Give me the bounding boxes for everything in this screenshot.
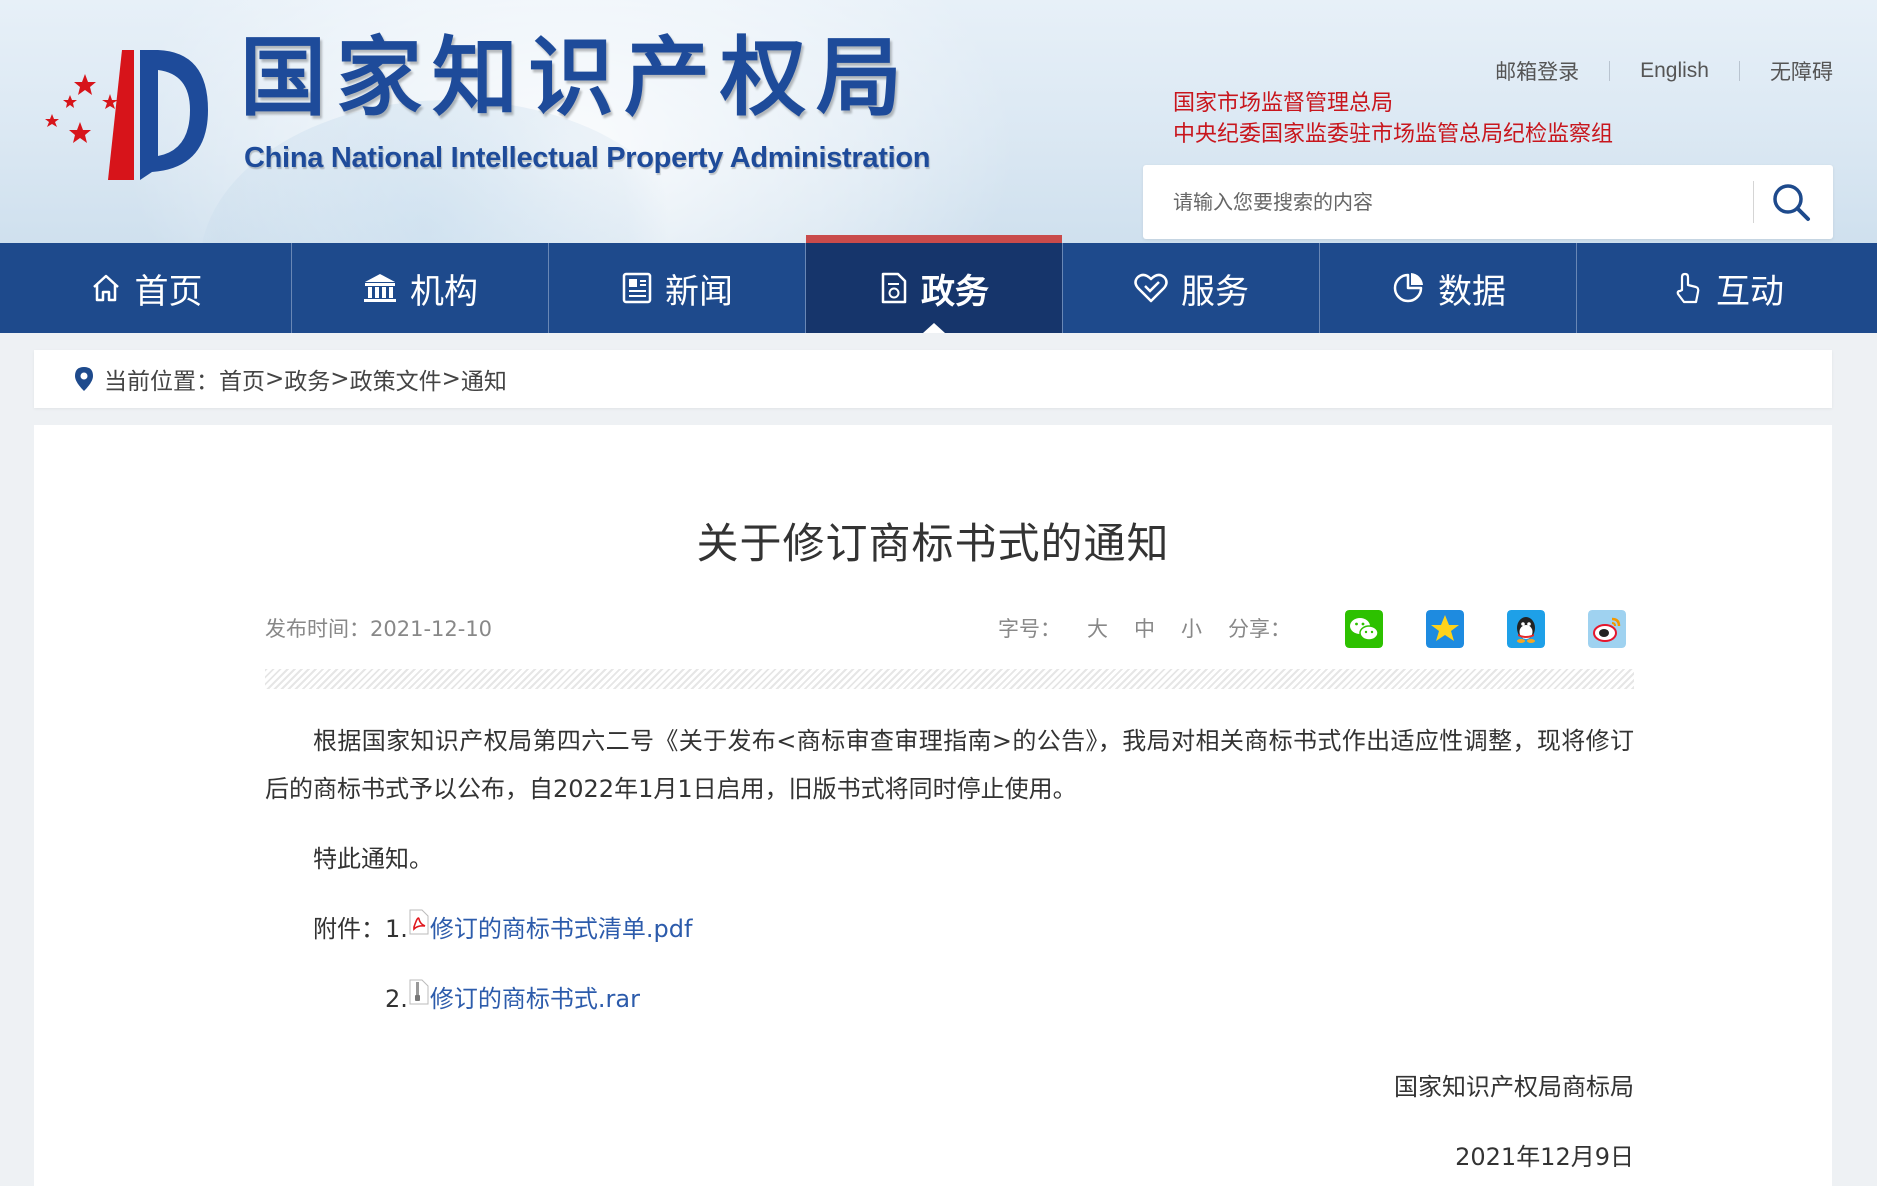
breadcrumb-separator: > (441, 366, 461, 392)
english-link[interactable]: English (1640, 59, 1709, 83)
article-title: 关于修订商标书式的通知 (696, 519, 1170, 568)
archive-file-icon (409, 979, 429, 1005)
attachment-item: 附件： 1. 修订的商标书式清单.pdf (265, 905, 1634, 953)
weibo-icon[interactable] (1588, 610, 1626, 648)
breadcrumb-prefix: 当前位置： (104, 369, 219, 395)
home-icon (92, 274, 119, 302)
article-paragraph: 根据国家知识产权局第四六二号《关于发布<商标审查审理指南>的公告》，我局对相关商… (265, 727, 1634, 803)
nav-label: 首页 (134, 271, 203, 312)
attachment-index: 1. (385, 915, 408, 943)
top-links: 邮箱登录 English 无障碍 (1495, 56, 1833, 86)
attachment-label: 附件： (313, 915, 385, 943)
org-links: 国家市场监督管理总局 中央纪委国家监委驻市场监管总局纪检监察组 (1173, 88, 1613, 150)
nav-item-news[interactable]: 新闻 (549, 243, 806, 333)
interact-icon (1676, 272, 1700, 304)
search-input[interactable] (1143, 165, 1743, 239)
search-divider (1753, 181, 1754, 223)
site-header: 国家知识产权局 China National Intellectual Prop… (0, 0, 1877, 243)
article-meta: 发布时间：2021-12-10 字号： 大 中 小 分享： (265, 610, 1634, 650)
site-title-en: China National Intellectual Property Adm… (244, 142, 931, 174)
cnipa-logo-icon[interactable] (30, 30, 220, 180)
site-title-cn: 国家知识产权局 (240, 28, 912, 128)
news-icon (622, 272, 652, 304)
search-icon[interactable] (1768, 179, 1816, 225)
nav-item-data[interactable]: 数据 (1320, 243, 1577, 333)
meta-divider (265, 669, 1634, 689)
nav-item-service[interactable]: 服务 (1063, 243, 1320, 333)
font-size-medium[interactable]: 中 (1134, 617, 1155, 641)
font-size-control: 字号： 大 中 小 (998, 610, 1202, 648)
top-link-divider (1609, 61, 1611, 81)
service-icon (1134, 273, 1168, 303)
breadcrumb-separator: > (330, 366, 350, 392)
attachment-item: 2. 修订的商标书式.rar (265, 975, 1634, 1023)
article-body: 根据国家知识产权局第四六二号《关于发布<商标审查审理指南>的公告》，我局对相关商… (265, 717, 1634, 1181)
attachment-pdf-link[interactable]: 修订的商标书式清单.pdf (430, 905, 693, 953)
attachment-rar-link[interactable]: 修订的商标书式.rar (430, 975, 640, 1023)
publish-date: 发布时间：2021-12-10 (265, 617, 493, 641)
attachment-index: 2. (385, 985, 408, 1013)
nav-item-interaction[interactable]: 互动 (1577, 243, 1877, 333)
wechat-icon[interactable] (1345, 610, 1383, 648)
nav-item-government-affairs[interactable]: 政务 (806, 235, 1063, 333)
document-icon (881, 272, 907, 304)
nav-item-institution[interactable]: 机构 (292, 243, 549, 333)
discipline-inspection-link[interactable]: 中央纪委国家监委驻市场监管总局纪检监察组 (1173, 119, 1613, 150)
article-sign-date: 2021年12月9日 (1455, 1143, 1634, 1171)
location-pin-icon (75, 367, 93, 391)
nav-label: 机构 (410, 271, 478, 312)
breadcrumb-policy-files[interactable]: 政策文件 (350, 362, 442, 396)
qq-icon[interactable] (1507, 610, 1545, 648)
search-box (1143, 165, 1833, 239)
nav-label: 数据 (1438, 271, 1506, 312)
accessibility-link[interactable]: 无障碍 (1770, 56, 1833, 86)
article-signature: 国家知识产权局商标局 (1394, 1073, 1634, 1101)
breadcrumb-home[interactable]: 首页 (219, 362, 265, 396)
font-size-label: 字号： (998, 617, 1061, 641)
nav-label: 服务 (1181, 271, 1249, 312)
breadcrumb-separator: > (265, 366, 285, 392)
share-label: 分享： (1228, 617, 1291, 641)
qzone-icon[interactable] (1426, 610, 1464, 648)
article-container: 关于修订商标书式的通知 发布时间：2021-12-10 字号： 大 中 小 分享： 根… (34, 425, 1832, 1186)
font-size-large[interactable]: 大 (1087, 617, 1108, 641)
breadcrumb: 当前位置： 首页 > 政务 > 政策文件 > 通知 (34, 350, 1832, 408)
institution-icon (364, 274, 396, 302)
nav-label: 互动 (1716, 271, 1784, 312)
pdf-file-icon (409, 909, 429, 935)
font-size-small[interactable]: 小 (1181, 617, 1202, 641)
main-nav: 首页 机构 新闻 政务 服务 数据 互动 (0, 235, 1877, 333)
top-link-divider (1739, 61, 1740, 81)
article-notice: 特此通知。 (313, 845, 433, 873)
nav-item-home[interactable]: 首页 (0, 243, 292, 333)
samr-link[interactable]: 国家市场监督管理总局 (1173, 88, 1613, 119)
breadcrumb-government-affairs[interactable]: 政务 (284, 362, 330, 396)
data-icon (1393, 273, 1423, 303)
nav-label: 政务 (921, 271, 989, 312)
nav-label: 新闻 (665, 271, 733, 312)
breadcrumb-notice[interactable]: 通知 (461, 362, 507, 396)
mail-login-link[interactable]: 邮箱登录 (1495, 56, 1579, 86)
